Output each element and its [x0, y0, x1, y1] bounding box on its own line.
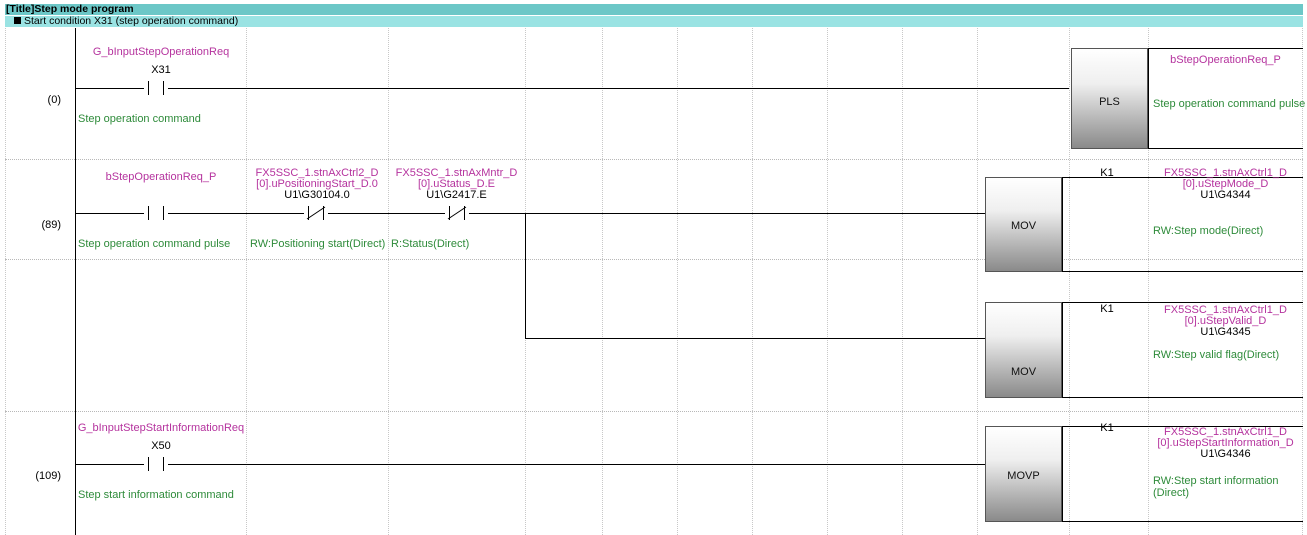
source-operand[interactable]: K1 — [1092, 167, 1122, 179]
grid-line — [977, 28, 978, 535]
contact-label[interactable]: G_bInputStepStartInformationReq — [76, 423, 246, 434]
normally-open-contact-icon[interactable] — [144, 81, 168, 95]
dest-comment: RW:Step valid flag(Direct) — [1153, 349, 1280, 361]
normally-open-contact-icon[interactable] — [144, 206, 168, 220]
source-operand[interactable]: K1 — [1092, 303, 1122, 315]
wire — [469, 213, 985, 214]
contact-address[interactable]: U1\G2417.E — [388, 190, 525, 201]
pls-instruction-box[interactable]: PLS — [1071, 48, 1148, 149]
contact-address[interactable]: U1\G30104.0 — [246, 190, 388, 201]
dest-address[interactable]: U1\G4345 — [1148, 327, 1303, 338]
grid-line — [246, 28, 247, 535]
wire — [328, 213, 445, 214]
wire — [168, 464, 985, 465]
contact-comment: R:Status(Direct) — [391, 238, 470, 250]
dest-comment: RW:Step mode(Direct) — [1153, 225, 1264, 237]
wire — [168, 88, 1069, 89]
operand-comment: Step operation command pulse — [1153, 98, 1306, 110]
grid-line — [827, 28, 828, 535]
grid-line — [388, 28, 389, 535]
movp-instruction-box[interactable]: MOVP — [985, 426, 1062, 522]
branch-wire — [525, 213, 526, 339]
dest-comment: RW:Step start information (Direct) — [1153, 475, 1279, 499]
normally-closed-contact-icon[interactable] — [304, 206, 328, 220]
rung-separator — [5, 159, 1303, 160]
wire — [76, 213, 144, 214]
instruction-name: MOVP — [1007, 470, 1040, 482]
step-number: (0) — [47, 94, 61, 106]
black-square-icon — [14, 17, 21, 24]
grid-line — [677, 28, 678, 535]
contact-address[interactable]: X50 — [76, 441, 246, 452]
grid-line — [752, 28, 753, 535]
contact-label[interactable]: G_bInputStepOperationReq — [76, 47, 246, 58]
operand-label[interactable]: bStepOperationReq_P — [1148, 55, 1303, 66]
normally-closed-contact-icon[interactable] — [445, 206, 469, 220]
grid-line — [602, 28, 603, 535]
contact-comment: Step operation command — [78, 113, 201, 125]
wire — [525, 338, 985, 339]
ladder-editor: [Title]Step mode program Start condition… — [0, 0, 1307, 535]
contact-comment: Step start information command — [78, 489, 234, 501]
dest-address[interactable]: U1\G4346 — [1148, 449, 1303, 460]
rung-separator — [5, 411, 1303, 412]
program-title-bar[interactable]: [Title]Step mode program — [5, 4, 1303, 15]
source-operand[interactable]: K1 — [1092, 422, 1122, 434]
contact-address[interactable]: X31 — [76, 65, 246, 76]
normally-open-contact-icon[interactable] — [144, 457, 168, 471]
instruction-name: MOV — [1010, 220, 1037, 232]
wire — [168, 213, 304, 214]
contact-label[interactable]: bStepOperationReq_P — [76, 172, 246, 183]
statement-text: Start condition X31 (step operation comm… — [24, 15, 239, 27]
dest-address[interactable]: U1\G4344 — [1148, 190, 1303, 201]
mov-instruction-box[interactable]: MOV — [985, 177, 1062, 272]
instruction-name: MOV — [1010, 366, 1037, 378]
grid-line — [902, 28, 903, 535]
step-number: (109) — [35, 470, 61, 482]
contact-comment: Step operation command pulse — [78, 238, 231, 250]
mov-instruction-box[interactable]: MOV — [985, 302, 1062, 398]
wire — [76, 88, 144, 89]
contact-comment: RW:Positioning start(Direct) — [250, 238, 386, 250]
step-number: (89) — [41, 219, 61, 231]
wire — [76, 464, 144, 465]
statement-bar[interactable]: Start condition X31 (step operation comm… — [5, 16, 1303, 27]
left-power-rail — [75, 28, 76, 535]
instruction-name: PLS — [1099, 96, 1120, 108]
program-title: [Title]Step mode program — [6, 3, 134, 15]
